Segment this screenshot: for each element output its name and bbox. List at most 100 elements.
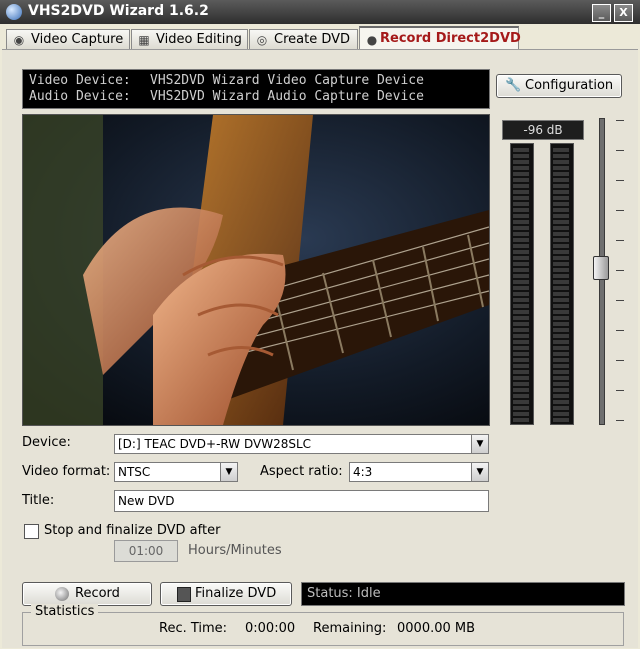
meter-segment [553, 268, 569, 272]
meter-segment [553, 412, 569, 416]
device-select[interactable]: [D:] TEAC DVD+-RW DVW28SLC ▼ [114, 434, 489, 454]
meter-segment [513, 346, 529, 350]
meter-segment [513, 376, 529, 380]
meter-segment [513, 202, 529, 206]
meter-segment [513, 316, 529, 320]
film-icon: ▦ [138, 33, 150, 47]
meter-segment [513, 178, 529, 182]
meter-segment [513, 340, 529, 344]
meter-segment [553, 256, 569, 260]
rec-time-value: 0:00:00 [245, 621, 296, 636]
meter-segment [513, 244, 529, 248]
tab-video-capture[interactable]: ◉ Video Capture [6, 29, 130, 50]
meter-segment [513, 292, 529, 296]
meter-segment [513, 172, 529, 176]
meter-segment [553, 382, 569, 386]
meter-segment [513, 328, 529, 332]
configuration-button[interactable]: 🔧 Configuration [496, 74, 622, 98]
meter-segment [513, 400, 529, 404]
meter-segment [553, 190, 569, 194]
aspect-ratio-select[interactable]: 4:3 ▼ [349, 462, 489, 482]
slider-tick [616, 420, 624, 421]
title-input[interactable]: New DVD [114, 490, 489, 512]
slider-tick [616, 300, 624, 301]
meter-segment [553, 196, 569, 200]
meter-segment [553, 352, 569, 356]
device-label: Device: [22, 435, 71, 450]
meter-segment [513, 268, 529, 272]
title-label: Title: [22, 493, 55, 508]
slider-tick [616, 240, 624, 241]
meter-segment [553, 274, 569, 278]
meter-segment [513, 304, 529, 308]
meter-segment [553, 418, 569, 422]
meter-segment [513, 322, 529, 326]
minimize-button[interactable]: _ [592, 4, 611, 22]
meter-segment [553, 208, 569, 212]
statistics-group: Statistics Rec. Time: 0:00:00 Remaining:… [22, 604, 624, 646]
meter-segment [513, 388, 529, 392]
chevron-down-icon: ▼ [471, 435, 488, 453]
meter-segment [513, 358, 529, 362]
volume-slider-thumb[interactable] [593, 256, 609, 280]
meter-segment [513, 232, 529, 236]
meter-segment [513, 274, 529, 278]
close-button[interactable]: X [614, 4, 633, 22]
title-bar: VHS2DVD Wizard 1.6.2 _ X [0, 0, 640, 24]
meter-segment [553, 316, 569, 320]
app-window: VHS2DVD Wizard 1.6.2 _ X ◉ Video Capture… [0, 0, 640, 649]
meter-segment [553, 166, 569, 170]
meter-segment [553, 328, 569, 332]
right-level-meter [550, 143, 574, 425]
meter-segment [553, 172, 569, 176]
meter-segment [553, 304, 569, 308]
finalize-time-input[interactable]: 01:00 [114, 540, 178, 562]
disc-icon: ◎ [256, 33, 268, 47]
meter-segment [513, 190, 529, 194]
video-format-select[interactable]: NTSC ▼ [114, 462, 238, 482]
save-icon [177, 587, 191, 602]
meter-segment [553, 292, 569, 296]
tab-bar: ◉ Video Capture ▦ Video Editing ◎ Create… [0, 26, 640, 53]
meter-segment [513, 148, 529, 152]
aspect-ratio-label: Aspect ratio: [260, 464, 343, 479]
audio-device-label: Audio Device: [29, 89, 131, 104]
audio-device-value: VHS2DVD Wizard Audio Capture Device [150, 89, 424, 104]
record-button[interactable]: Record [22, 582, 152, 606]
tab-video-editing[interactable]: ▦ Video Editing [131, 29, 248, 50]
meter-segment [553, 364, 569, 368]
meter-segment [553, 358, 569, 362]
left-level-meter [510, 143, 534, 425]
meter-segment [553, 226, 569, 230]
meter-segment [553, 148, 569, 152]
slider-tick [616, 270, 624, 271]
meter-segment [513, 214, 529, 218]
video-device-label: Video Device: [29, 73, 131, 88]
rec-time-label: Rec. Time: [159, 621, 228, 636]
record-icon: ● [366, 33, 378, 47]
meter-segment [553, 214, 569, 218]
meter-segment [513, 280, 529, 284]
meter-segment [553, 154, 569, 158]
slider-tick [616, 120, 624, 121]
meter-segment [513, 262, 529, 266]
finalize-dvd-button[interactable]: Finalize DVD [160, 582, 292, 606]
meter-segment [513, 160, 529, 164]
meter-segment [553, 232, 569, 236]
meter-segment [553, 376, 569, 380]
tab-create-dvd[interactable]: ◎ Create DVD [249, 29, 358, 50]
meter-segment [513, 310, 529, 314]
meter-segment [553, 286, 569, 290]
meter-segment [553, 280, 569, 284]
video-preview [22, 114, 490, 426]
meter-segment [513, 220, 529, 224]
slider-tick [616, 360, 624, 361]
meter-segment [553, 262, 569, 266]
meter-segment [513, 370, 529, 374]
statistics-legend: Statistics [31, 604, 99, 619]
db-readout: -96 dB [502, 120, 584, 140]
meter-segment [553, 178, 569, 182]
video-format-label: Video format: [22, 464, 111, 479]
stop-finalize-checkbox[interactable] [24, 524, 39, 539]
meter-segment [513, 196, 529, 200]
